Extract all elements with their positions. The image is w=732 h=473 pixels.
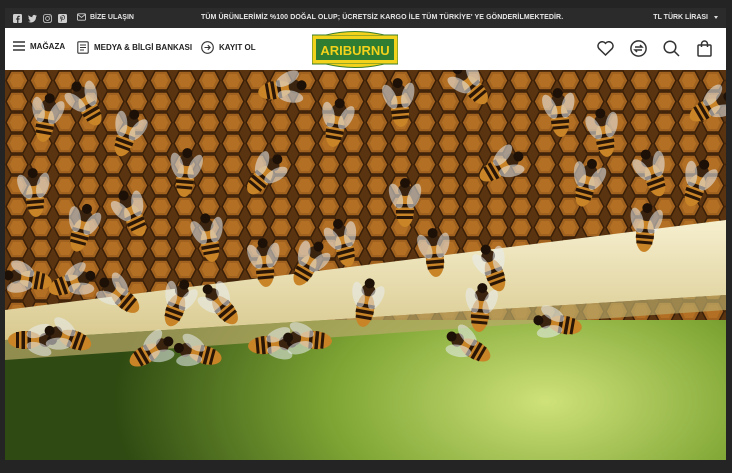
compare-icon[interactable] [629,39,647,57]
chevron-down-icon [714,16,718,19]
currency-label: TL TÜRK LİRASI [653,14,708,21]
pinterest-icon[interactable] [58,14,67,23]
instagram-icon[interactable] [43,14,52,23]
logo-text: ARIBURNU [320,43,389,58]
header-actions [596,39,713,57]
media-knowledge-label: MEDYA & BİLGİ BANKASI [94,43,193,52]
register-label: KAYIT OL [219,43,256,52]
twitter-icon[interactable] [28,14,37,23]
hero-banner[interactable] [5,70,726,460]
honeybees-image [5,70,726,460]
social-links [13,14,67,23]
page-frame: BİZE ULAŞIN TÜM ÜRÜNLERİMİZ %100 DOĞAL O… [5,8,726,460]
search-icon[interactable] [662,39,680,57]
facebook-icon[interactable] [13,14,22,23]
mail-icon [77,13,86,21]
site-logo[interactable]: ARIBURNU [311,31,399,68]
media-knowledge-link[interactable]: MEDYA & BİLGİ BANKASI [77,41,192,54]
register-link[interactable]: KAYIT OL [201,41,256,54]
heart-icon[interactable] [596,39,614,57]
store-menu-button[interactable]: MAĞAZA [13,41,65,51]
document-icon [77,41,89,54]
currency-selector[interactable]: TL TÜRK LİRASI [653,14,718,21]
announcement-text: TÜM ÜRÜNLERİMİZ %100 DOĞAL OLUP; ÜCRETSİ… [201,14,564,21]
site-header: MAĞAZA MEDYA & BİLGİ BANKASI KAYIT OL AR… [5,28,726,70]
contact-link[interactable]: BİZE ULAŞIN [77,13,134,21]
hamburger-icon [13,41,25,51]
contact-label: BİZE ULAŞIN [90,13,134,21]
sign-in-icon [201,41,214,54]
store-menu-label: MAĞAZA [30,41,66,51]
bag-icon[interactable] [695,39,713,57]
announcement-bar: BİZE ULAŞIN TÜM ÜRÜNLERİMİZ %100 DOĞAL O… [5,8,726,28]
